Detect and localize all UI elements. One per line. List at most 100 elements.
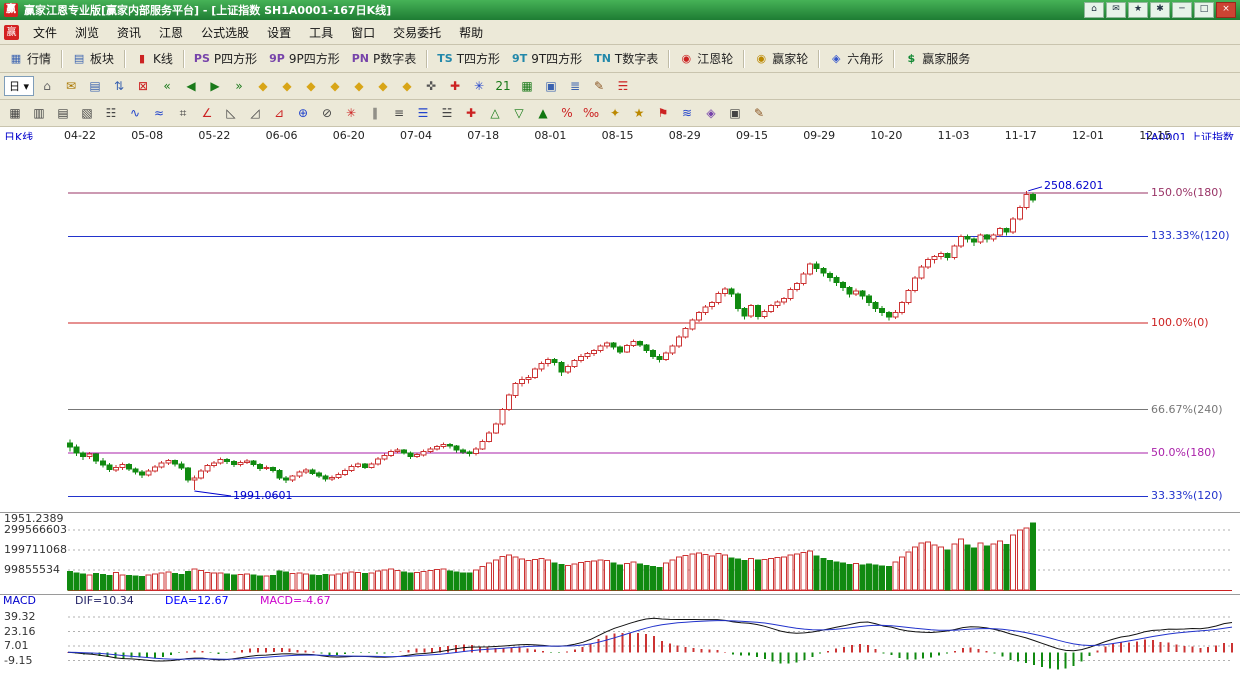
minimize-button[interactable]: ─ xyxy=(1172,2,1192,18)
volume-bar xyxy=(729,558,734,590)
gann-angles-icon[interactable]: ◆ xyxy=(252,75,274,97)
down-triangle-icon[interactable]: ▽ xyxy=(508,102,530,124)
right-triangle-icon[interactable]: ◿ xyxy=(244,102,266,124)
volume-bar xyxy=(670,560,675,590)
ripple-tool-icon[interactable]: ≈ xyxy=(148,102,170,124)
period-dropdown[interactable]: 日 ▾ xyxy=(4,76,34,96)
diamond-tool-icon[interactable]: ◈ xyxy=(700,102,722,124)
up-triangle-icon[interactable]: △ xyxy=(484,102,506,124)
menu-window[interactable]: 窗口 xyxy=(342,21,384,44)
split-window-icon[interactable]: ▣ xyxy=(540,75,562,97)
btn-winner-wheel[interactable]: ◉赢家轮 xyxy=(749,48,813,69)
parallel-lines-icon[interactable]: ∥ xyxy=(364,102,386,124)
menu-gann[interactable]: 江恩 xyxy=(150,21,192,44)
menu-settings[interactable]: 设置 xyxy=(258,21,300,44)
btn-t-number-table[interactable]: TNT数字表 xyxy=(589,48,663,69)
plus-marker-icon[interactable]: ✚ xyxy=(460,102,482,124)
titlebar-theme-button[interactable]: ✱ xyxy=(1150,2,1170,18)
gann-angle-icon[interactable]: ⊿ xyxy=(268,102,290,124)
btn-p-square[interactable]: PSP四方形 xyxy=(189,48,262,69)
first-bar-icon[interactable]: « xyxy=(156,75,178,97)
vgrid-tool-icon[interactable]: ▥ xyxy=(28,102,50,124)
circle-cross-icon[interactable]: ⊕ xyxy=(292,102,314,124)
candle xyxy=(1011,217,1016,234)
menu-browse[interactable]: 浏览 xyxy=(66,21,108,44)
menu-help[interactable]: 帮助 xyxy=(450,21,492,44)
menu-tools[interactable]: 工具 xyxy=(300,21,342,44)
menu-trade[interactable]: 交易委托 xyxy=(384,21,450,44)
wave-tool-icon[interactable]: ∿ xyxy=(124,102,146,124)
solid-triangle-icon[interactable]: ▲ xyxy=(532,102,554,124)
star-burst-icon[interactable]: ✳ xyxy=(340,102,362,124)
quote-page-icon[interactable]: ▤ xyxy=(84,75,106,97)
diag-grid-tool-icon[interactable]: ▧ xyxy=(76,102,98,124)
home-icon[interactable]: ⌂ xyxy=(36,75,58,97)
data-grid-icon[interactable]: ▦ xyxy=(516,75,538,97)
gann-time-icon[interactable]: ◆ xyxy=(372,75,394,97)
gann-wheel-small-icon[interactable]: ✳ xyxy=(468,75,490,97)
circle-slash-icon[interactable]: ⊘ xyxy=(316,102,338,124)
toolbar-separator xyxy=(183,50,184,68)
report-list-icon[interactable]: ≣ xyxy=(564,75,586,97)
mail-icon[interactable]: ✉ xyxy=(60,75,82,97)
btn-gann-wheel[interactable]: ◉江恩轮 xyxy=(674,48,738,69)
permille-tool-icon[interactable]: ‰ xyxy=(580,102,602,124)
prev-bar-icon[interactable]: ◀ xyxy=(180,75,202,97)
macd-header: MACD DIF=10.34 DEA=12.67 MACD=-4.67 xyxy=(0,594,600,608)
flag-star-icon[interactable]: ★ xyxy=(628,102,650,124)
indicator-icon[interactable]: ☴ xyxy=(612,75,634,97)
region-select-icon[interactable]: ⊠ xyxy=(132,75,154,97)
volume-bar xyxy=(408,573,413,590)
triple-line-icon[interactable]: ≡ xyxy=(388,102,410,124)
btn-9t-square[interactable]: 9T9T四方形 xyxy=(507,48,587,69)
flag-tool-icon[interactable]: ⚑ xyxy=(652,102,674,124)
menu-file[interactable]: 文件 xyxy=(24,21,66,44)
btn-hexagon[interactable]: ◈六角形 xyxy=(824,48,888,69)
candle xyxy=(362,463,367,469)
btn-9p-square[interactable]: 9P9P四方形 xyxy=(264,48,345,69)
gann-price-icon[interactable]: ◆ xyxy=(396,75,418,97)
btn-p-number-table[interactable]: PNP数字表 xyxy=(347,48,422,69)
star-marker-icon[interactable]: ✦ xyxy=(604,102,626,124)
wave3-tool-icon[interactable]: ≋ xyxy=(676,102,698,124)
gann-grid-icon[interactable]: ◆ xyxy=(300,75,322,97)
btn-t-square[interactable]: TST四方形 xyxy=(432,48,505,69)
titlebar-home-button[interactable]: ⌂ xyxy=(1084,2,1104,18)
btn-market-quotes[interactable]: ▦行情 xyxy=(4,48,56,69)
channel-lines-icon[interactable]: ☰ xyxy=(412,102,434,124)
left-triangle-icon[interactable]: ◺ xyxy=(220,102,242,124)
titlebar-mail-button[interactable]: ✉ xyxy=(1106,2,1126,18)
menu-formula-stock-pick[interactable]: 公式选股 xyxy=(192,21,258,44)
volume-bar xyxy=(592,561,597,590)
text-note-icon[interactable]: ✎ xyxy=(748,102,770,124)
volume-bar xyxy=(1030,523,1035,590)
close-button[interactable]: × xyxy=(1216,2,1236,18)
hgrid-tool-icon[interactable]: ▤ xyxy=(52,102,74,124)
titlebar-favorites-button[interactable]: ★ xyxy=(1128,2,1148,18)
page-updown-icon[interactable]: ⇅ xyxy=(108,75,130,97)
lattice-tool-icon[interactable]: ⌗ xyxy=(172,102,194,124)
gann-fan-icon[interactable]: ◆ xyxy=(276,75,298,97)
macd-title-label[interactable]: MACD xyxy=(3,594,36,607)
menu-news[interactable]: 资讯 xyxy=(108,21,150,44)
btn-winner-service[interactable]: $赢家服务 xyxy=(899,48,975,69)
grid-tool-icon[interactable]: ▦ xyxy=(4,102,26,124)
maximize-button[interactable]: □ xyxy=(1194,2,1214,18)
volume-bar xyxy=(552,563,557,590)
angle-line-icon[interactable]: ∠ xyxy=(196,102,218,124)
calendar-cycle-icon[interactable]: 21 xyxy=(492,75,514,97)
last-bar-icon[interactable]: » xyxy=(228,75,250,97)
next-bar-icon[interactable]: ▶ xyxy=(204,75,226,97)
box-tool-icon[interactable]: ▣ xyxy=(724,102,746,124)
crosshair-icon[interactable]: ✜ xyxy=(420,75,442,97)
add-marker-icon[interactable]: ✚ xyxy=(444,75,466,97)
annotate-icon[interactable]: ✎ xyxy=(588,75,610,97)
candle xyxy=(415,453,420,458)
btn-sectors[interactable]: ▤板块 xyxy=(67,48,119,69)
percent-tool-icon[interactable]: % xyxy=(556,102,578,124)
split-lines-icon[interactable]: ☱ xyxy=(436,102,458,124)
pattern-tool-icon[interactable]: ☷ xyxy=(100,102,122,124)
gann-box-icon[interactable]: ◆ xyxy=(324,75,346,97)
btn-kline[interactable]: ▮K线 xyxy=(130,48,178,69)
gann-circle-icon[interactable]: ◆ xyxy=(348,75,370,97)
